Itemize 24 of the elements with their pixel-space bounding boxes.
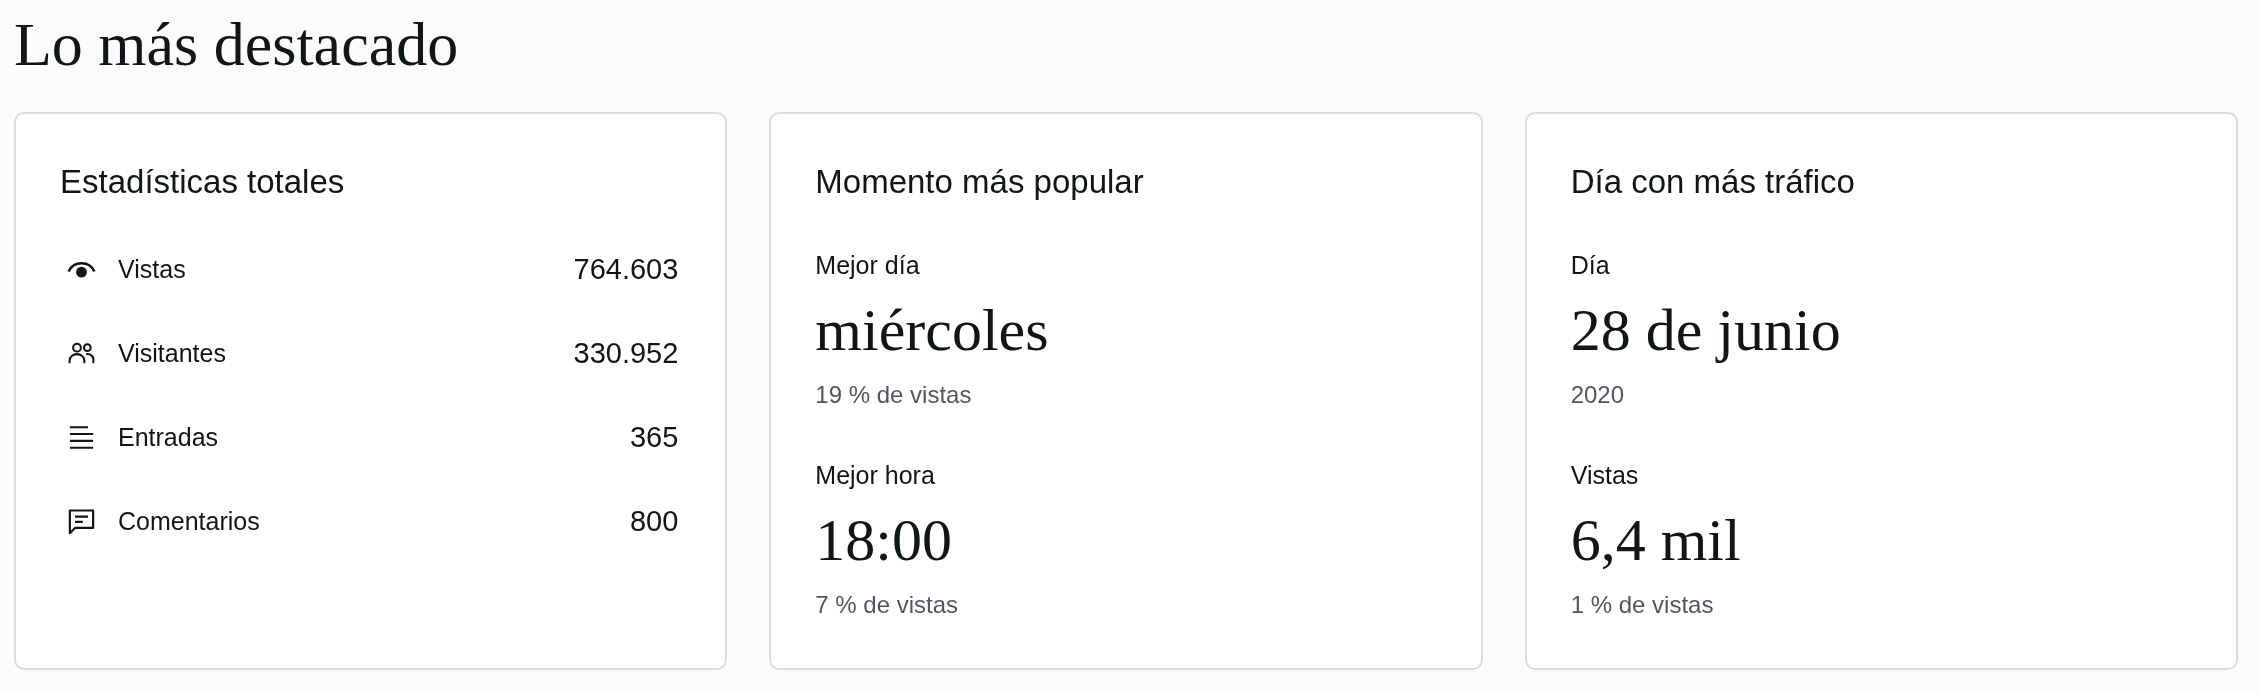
card-title: Momento más popular	[815, 162, 1144, 202]
stat-note: 1 % de vistas	[1570, 590, 1714, 620]
highlight-value: 18:00	[815, 506, 952, 575]
stat-label: Mejor hora	[815, 460, 935, 490]
highlight-value: 6,4 mil	[1570, 506, 1741, 575]
stat-label: Vistas	[118, 254, 186, 284]
highlight-value: miércoles	[815, 296, 1049, 365]
highlight-value: 28 de junio	[1570, 296, 1841, 365]
stat-note: 7 % de vistas	[815, 590, 959, 620]
card-title: Día con más tráfico	[1570, 162, 1855, 202]
stat-label: Entradas	[118, 422, 219, 452]
stat-label: Comentarios	[118, 506, 260, 536]
stat-value: 330.952	[573, 336, 679, 370]
stat-value: 800	[629, 504, 679, 538]
card-title: Estadísticas totales	[60, 162, 345, 202]
stat-value: 365	[629, 420, 679, 454]
stat-value: 764.603	[573, 252, 679, 286]
page-title: Lo más destacado	[14, 9, 459, 80]
stat-label: Visitantes	[118, 338, 226, 368]
stat-note: 19 % de vistas	[815, 380, 972, 410]
stat-note: 2020	[1570, 380, 1625, 410]
stat-label: Mejor día	[815, 250, 920, 280]
stat-label: Día	[1570, 250, 1610, 280]
stat-label: Vistas	[1570, 460, 1639, 490]
